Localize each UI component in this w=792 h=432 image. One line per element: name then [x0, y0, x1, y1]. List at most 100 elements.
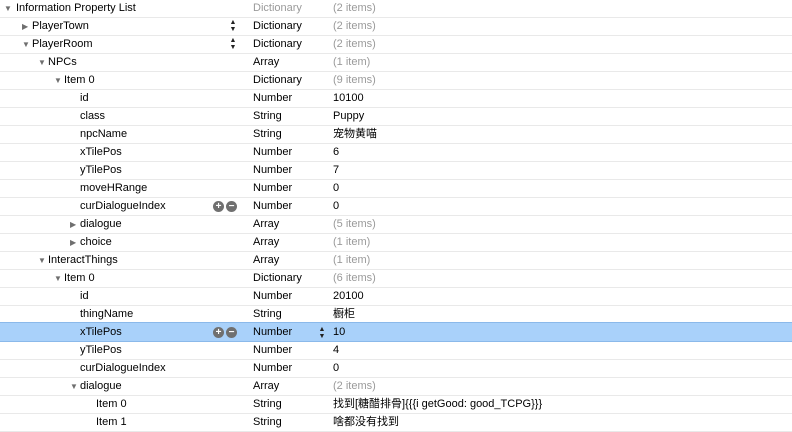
plist-row-npc-item0[interactable]: ▼ Item 0 Dictionary (9 items): [0, 72, 792, 90]
row-value[interactable]: 0: [333, 180, 339, 197]
sort-arrows-icon[interactable]: ▲ ▼: [229, 19, 237, 35]
plist-row-npc-choice[interactable]: ▶ choice Array (1 item): [0, 234, 792, 252]
row-value[interactable]: Puppy: [333, 108, 364, 125]
plist-row-npc-xtilepos[interactable]: xTilePos Number 6: [0, 144, 792, 162]
row-type[interactable]: Array: [253, 252, 279, 269]
row-value: (5 items): [333, 218, 376, 230]
disclosure-expanded-icon[interactable]: ▼: [54, 72, 64, 89]
row-edit-buttons: + −: [213, 201, 239, 213]
row-key: npcName: [80, 128, 128, 140]
plist-row-npc-class[interactable]: class String Puppy: [0, 108, 792, 126]
row-value: (2 items): [333, 20, 376, 32]
plist-row-thing-dialogue[interactable]: ▼ dialogue Array (2 items): [0, 378, 792, 396]
row-key: curDialogueIndex: [80, 200, 166, 212]
plist-row-npc-ytilepos[interactable]: yTilePos Number 7: [0, 162, 792, 180]
minus-icon[interactable]: −: [226, 327, 237, 338]
disclosure-collapsed-icon[interactable]: ▶: [70, 216, 80, 233]
plist-row-thing-curdialogueindex[interactable]: curDialogueIndex Number 0: [0, 360, 792, 378]
row-type[interactable]: String: [253, 306, 282, 323]
row-value[interactable]: 20100: [333, 288, 364, 305]
row-type[interactable]: Number: [253, 324, 292, 341]
plist-row-playertown[interactable]: ▶ PlayerTown ▲ ▼ Dictionary (2 items): [0, 18, 792, 36]
minus-icon[interactable]: −: [226, 201, 237, 212]
plist-row-thing-xtilepos-selected[interactable]: xTilePos + − Number ▲ ▼ 10: [0, 322, 792, 342]
plist-row-interactthings[interactable]: ▼ InteractThings Array (1 item): [0, 252, 792, 270]
disclosure-expanded-icon[interactable]: ▼: [4, 0, 14, 17]
row-type[interactable]: String: [253, 108, 282, 125]
row-key: InteractThings: [48, 254, 118, 266]
row-type[interactable]: Number: [253, 288, 292, 305]
row-type[interactable]: Number: [253, 360, 292, 377]
plist-row-npc-id[interactable]: id Number 10100: [0, 90, 792, 108]
plist-row-npcs[interactable]: ▼ NPCs Array (1 item): [0, 54, 792, 72]
row-key: yTilePos: [80, 344, 122, 356]
row-type[interactable]: Number: [253, 144, 292, 161]
row-value: (1 item): [333, 56, 371, 68]
plist-row-npc-name[interactable]: npcName String 宠物黄喵: [0, 126, 792, 144]
plist-row-npc-movehrange[interactable]: moveHRange Number 0: [0, 180, 792, 198]
row-type[interactable]: String: [253, 126, 282, 143]
row-key: Item 1: [96, 416, 127, 428]
plist-row-thing-ytilepos[interactable]: yTilePos Number 4: [0, 342, 792, 360]
row-key: PlayerTown: [32, 20, 89, 32]
row-value[interactable]: 橱柜: [333, 306, 355, 323]
row-type[interactable]: Dictionary: [253, 36, 302, 53]
row-value[interactable]: 0: [333, 360, 339, 377]
plist-row-thing-id[interactable]: id Number 20100: [0, 288, 792, 306]
disclosure-expanded-icon[interactable]: ▼: [22, 36, 32, 53]
disclosure-expanded-icon[interactable]: ▼: [38, 252, 48, 269]
row-type[interactable]: Array: [253, 216, 279, 233]
row-key: Information Property List: [16, 2, 136, 14]
plist-row-dialogue-item0[interactable]: Item 0 String 找到[糖醋排骨]{{{i getGood: good…: [0, 396, 792, 414]
row-type[interactable]: String: [253, 396, 282, 413]
disclosure-collapsed-icon[interactable]: ▶: [22, 18, 32, 35]
sort-arrows-icon[interactable]: ▲ ▼: [229, 37, 237, 53]
row-value[interactable]: 宠物黄喵: [333, 126, 377, 143]
row-key: Item 0: [64, 74, 95, 86]
plist-row-dialogue-item1[interactable]: Item 1 String 啥都没有找到: [0, 414, 792, 432]
stepper-arrows-icon[interactable]: ▲ ▼: [317, 326, 327, 342]
row-value[interactable]: 4: [333, 342, 339, 359]
disclosure-expanded-icon[interactable]: ▼: [70, 378, 80, 395]
plus-icon[interactable]: +: [213, 327, 224, 338]
row-type[interactable]: Number: [253, 162, 292, 179]
row-value[interactable]: 10: [333, 324, 345, 341]
row-value[interactable]: 10100: [333, 90, 364, 107]
row-type[interactable]: Array: [253, 54, 279, 71]
row-type[interactable]: Dictionary: [253, 72, 302, 89]
row-type[interactable]: String: [253, 414, 282, 431]
row-type: Dictionary: [253, 2, 302, 14]
row-type[interactable]: Array: [253, 378, 279, 395]
row-key: NPCs: [48, 56, 77, 68]
row-key: moveHRange: [80, 182, 148, 194]
row-value: (2 items): [333, 2, 376, 14]
plist-row-thing-item0[interactable]: ▼ Item 0 Dictionary (6 items): [0, 270, 792, 288]
row-value[interactable]: 找到[糖醋排骨]{{{i getGood: good_TCPG}}}: [333, 396, 542, 413]
plist-row-playerroom[interactable]: ▼ PlayerRoom ▲ ▼ Dictionary (2 items): [0, 36, 792, 54]
disclosure-expanded-icon[interactable]: ▼: [38, 54, 48, 71]
row-key: xTilePos: [80, 326, 122, 338]
row-value[interactable]: 6: [333, 144, 339, 161]
row-value[interactable]: 0: [333, 198, 339, 215]
row-type[interactable]: Number: [253, 342, 292, 359]
row-type[interactable]: Dictionary: [253, 18, 302, 35]
row-type[interactable]: Number: [253, 198, 292, 215]
disclosure-collapsed-icon[interactable]: ▶: [70, 234, 80, 251]
plist-row-root[interactable]: ▼ Information Property List Dictionary (…: [0, 0, 792, 18]
plist-row-npc-dialogue[interactable]: ▶ dialogue Array (5 items): [0, 216, 792, 234]
row-value[interactable]: 7: [333, 162, 339, 179]
row-type[interactable]: Number: [253, 180, 292, 197]
row-value[interactable]: 啥都没有找到: [333, 414, 399, 431]
row-type[interactable]: Number: [253, 90, 292, 107]
row-key: id: [80, 290, 89, 302]
row-value: (1 item): [333, 236, 371, 248]
row-key: curDialogueIndex: [80, 362, 166, 374]
disclosure-expanded-icon[interactable]: ▼: [54, 270, 64, 287]
plist-row-npc-curdialogueindex[interactable]: curDialogueIndex + − Number 0: [0, 198, 792, 216]
row-type[interactable]: Dictionary: [253, 270, 302, 287]
plus-icon[interactable]: +: [213, 201, 224, 212]
row-key: PlayerRoom: [32, 38, 93, 50]
row-key: yTilePos: [80, 164, 122, 176]
row-type[interactable]: Array: [253, 234, 279, 251]
row-key: id: [80, 92, 89, 104]
